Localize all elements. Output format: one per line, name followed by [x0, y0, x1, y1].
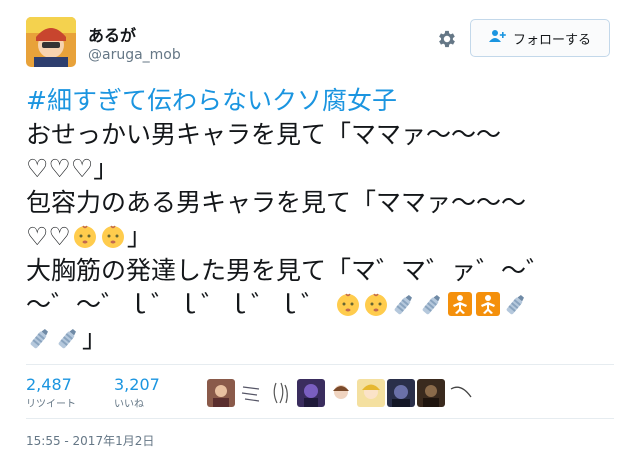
tweet-line-text: ♡♡ — [26, 222, 71, 251]
follow-button[interactable]: フォローする — [470, 19, 610, 57]
liker-avatar[interactable] — [237, 379, 265, 407]
baby-bottle-emoji — [27, 325, 53, 351]
baby-bottle-emoji — [55, 325, 81, 351]
settings-gear-icon[interactable] — [436, 28, 458, 50]
baby-bottle-emoji — [391, 291, 417, 317]
like-label: いいね — [114, 399, 144, 410]
restroom-baby-symbol-emoji — [447, 291, 473, 317]
baby-emoji — [72, 223, 98, 249]
baby-emoji — [335, 291, 361, 317]
liker-avatar[interactable] — [387, 379, 415, 407]
baby-bottle-emoji — [503, 291, 529, 317]
divider — [26, 364, 614, 365]
follow-person-plus-icon — [488, 29, 507, 47]
tweet-line-with-emoji: 」 — [26, 322, 616, 356]
liker-avatar[interactable] — [357, 379, 385, 407]
avatar[interactable] — [26, 17, 76, 67]
divider — [26, 418, 614, 419]
retweet-count: 2,487 — [26, 375, 72, 394]
tweet-line-with-emoji: ♡♡ 」 — [26, 220, 616, 254]
tweet-line-text: ～゛～゛ｌ゛ｌ゛ｌ゛ｌ゛ — [26, 290, 327, 319]
like-count: 3,207 — [114, 375, 160, 394]
tweet-text: #細すぎて伝わらないクソ腐女子 おせっかい男キャラを見て「ママァ～～～ ♡♡♡」… — [26, 84, 616, 356]
baby-emoji — [100, 223, 126, 249]
retweet-stat[interactable]: 2,487 リツイート — [26, 375, 76, 410]
hashtag-link[interactable]: #細すぎて伝わらないクソ腐女子 — [26, 86, 397, 115]
tweet-line-with-emoji: ～゛～゛ｌ゛ｌ゛ｌ゛ｌ゛ — [26, 288, 616, 322]
baby-bottle-emoji — [419, 291, 445, 317]
restroom-baby-symbol-emoji — [475, 291, 501, 317]
liker-avatar[interactable] — [417, 379, 445, 407]
follow-button-label: フォローする — [512, 32, 591, 48]
display-name[interactable]: あるが — [88, 22, 136, 46]
baby-emoji — [363, 291, 389, 317]
liker-avatar[interactable] — [267, 379, 295, 407]
liker-avatar[interactable] — [297, 379, 325, 407]
tweet-line: おせっかい男キャラを見て「ママァ～～～ — [26, 120, 502, 149]
liker-avatar[interactable] — [327, 379, 355, 407]
retweet-label: リツイート — [26, 399, 76, 410]
tweet-line: 大胸筋の発達した男を見て「マ゛マ゛ァ゛～゛ — [26, 256, 552, 285]
like-stat[interactable]: 3,207 いいね — [114, 375, 160, 410]
liker-avatars — [207, 379, 475, 407]
tweet-line-text: 」 — [82, 324, 108, 353]
liker-avatar[interactable] — [447, 379, 475, 407]
tweet-line-text: 」 — [126, 222, 152, 251]
liker-avatar[interactable] — [207, 379, 235, 407]
tweet-line: 包容力のある男キャラを見て「ママァ～～～ — [26, 188, 527, 217]
tweet-timestamp[interactable]: 15:55 - 2017年1月2日 — [26, 432, 154, 449]
tweet-line: ♡♡♡」 — [26, 154, 119, 183]
user-handle[interactable]: @aruga_mob — [88, 47, 181, 63]
